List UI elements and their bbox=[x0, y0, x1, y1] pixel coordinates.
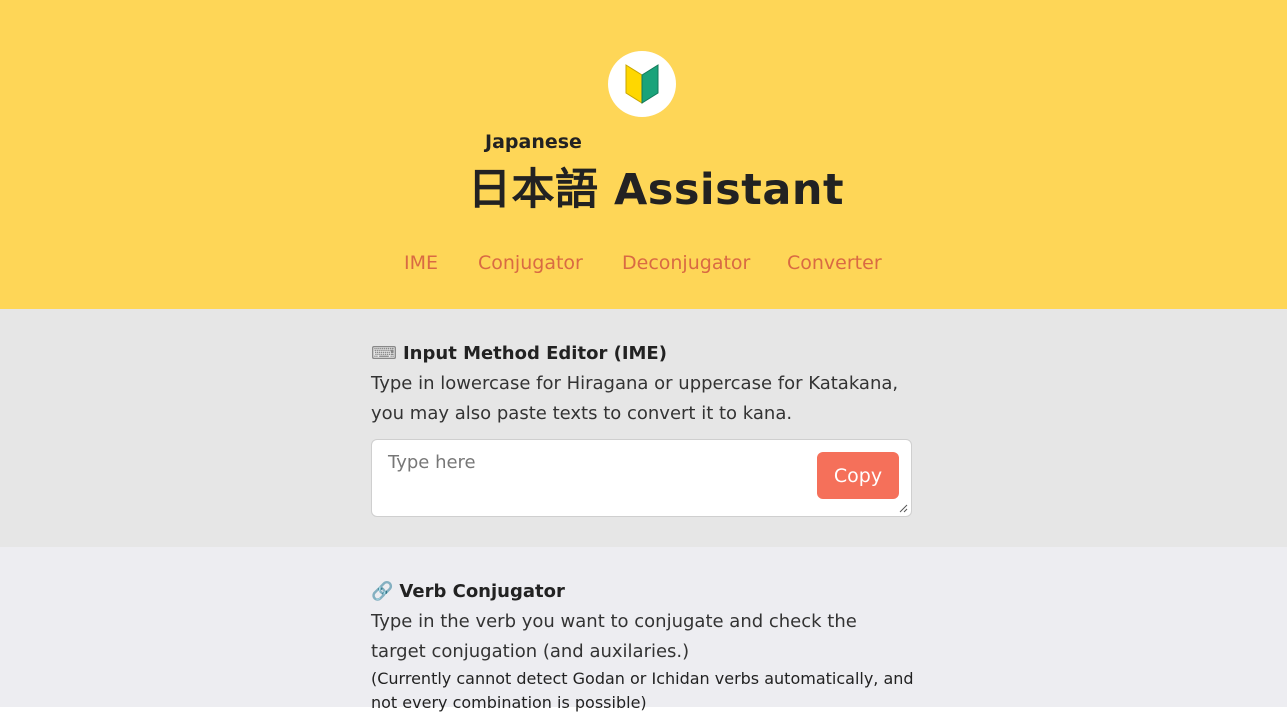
logo bbox=[608, 51, 676, 117]
nav-ime[interactable]: IME bbox=[404, 252, 438, 274]
resize-handle-icon[interactable] bbox=[899, 504, 908, 513]
app-subtitle: Japanese bbox=[485, 131, 582, 153]
verb-section: 🔗 Verb Conjugator Type in the verb you wa… bbox=[0, 547, 1287, 712]
ime-section: ⌨ Input Method Editor (IME) Type in lower… bbox=[0, 309, 1287, 547]
verb-heading: 🔗 Verb Conjugator bbox=[371, 581, 565, 602]
link-icon: 🔗 bbox=[371, 581, 394, 602]
verb-title: Verb Conjugator bbox=[399, 581, 565, 602]
keyboard-icon: ⌨ bbox=[371, 343, 397, 364]
nav-deconjugator[interactable]: Deconjugator bbox=[622, 252, 750, 274]
nav-converter[interactable]: Converter bbox=[787, 252, 882, 274]
verb-description: Type in the verb you want to conjugate a… bbox=[371, 611, 857, 662]
verb-note: (Currently cannot detect Godan or Ichida… bbox=[371, 669, 914, 712]
ime-title: Input Method Editor (IME) bbox=[402, 343, 667, 364]
beginner-mark-icon bbox=[625, 64, 659, 104]
nav-conjugator[interactable]: Conjugator bbox=[478, 252, 583, 274]
copy-button[interactable]: Copy bbox=[817, 452, 899, 499]
ime-input-box: Copy bbox=[371, 439, 912, 517]
header: Japanese 日本語 Assistant IME Conjugator De… bbox=[0, 0, 1287, 309]
main-nav: IME Conjugator Deconjugator Converter bbox=[0, 252, 1287, 280]
app-title: 日本語 Assistant bbox=[468, 165, 845, 215]
ime-description: Type in lowercase for Hiragana or upperc… bbox=[371, 373, 899, 424]
ime-heading: ⌨ Input Method Editor (IME) bbox=[371, 343, 667, 364]
